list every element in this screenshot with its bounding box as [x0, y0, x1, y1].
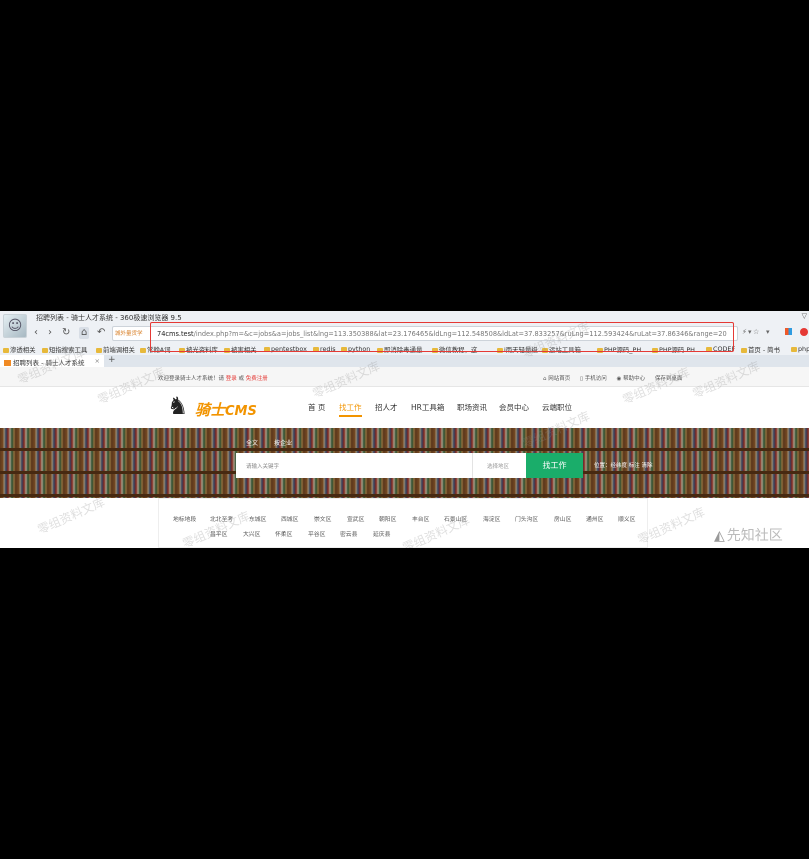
nav-member[interactable]: 会员中心	[499, 402, 529, 413]
bookmark-item[interactable]: 短指搜索工具	[42, 345, 87, 354]
desktop-link[interactable]: 保存到桌面	[655, 376, 683, 382]
favicon-icon	[4, 360, 11, 366]
site-logo[interactable]: ♞ 骑士CMS	[167, 392, 257, 424]
position-info: 位置：经纬度 标注 清除	[594, 463, 653, 469]
district-item[interactable]: 怀柔区	[275, 529, 292, 538]
district-item[interactable]: 通州区	[586, 514, 603, 523]
bookmark-item[interactable]: 前端调相关	[96, 345, 135, 354]
district-item[interactable]: 崇文区	[314, 514, 331, 523]
district-item[interactable]: 地标地段	[173, 514, 196, 523]
nav-hr-tools[interactable]: HR工具箱	[411, 402, 444, 413]
bookmark-item[interactable]: 渗透相关	[3, 345, 36, 354]
search-input[interactable]: 请输入关键字	[246, 462, 279, 470]
bookmark-item[interactable]: php	[791, 345, 809, 353]
undo-icon[interactable]: ↶	[97, 327, 105, 339]
district-item[interactable]: 昌平区	[210, 529, 227, 538]
reload-icon[interactable]: ↻	[62, 327, 70, 339]
address-tag: 城外量货学	[115, 331, 143, 337]
district-item[interactable]: 延庆县	[373, 529, 390, 538]
extension-icon[interactable]	[800, 328, 808, 336]
forward-icon[interactable]: ›	[48, 327, 52, 339]
help-link[interactable]: ◉ 帮助中心	[617, 376, 650, 382]
district-item[interactable]: 东城区	[249, 514, 266, 523]
nav-find-talent[interactable]: 招人才	[375, 402, 398, 413]
xianzhi-logo-icon: ◭	[714, 528, 725, 544]
web-page: 欢迎登录骑士人才系统！请 登录 或 免费注册 ⌂ 网站首页 ▯ 手机访问 ◉ 帮…	[0, 367, 809, 548]
nav-home[interactable]: 首 页	[308, 402, 325, 413]
nav-cloud-jobs[interactable]: 云端职位	[542, 402, 572, 413]
apps-icon[interactable]	[785, 328, 792, 335]
district-item[interactable]: 石景山区	[444, 514, 467, 523]
home-icon[interactable]: ⌂	[79, 327, 90, 339]
star-icon[interactable]: ☆	[753, 328, 759, 336]
district-item[interactable]: 大兴区	[243, 529, 260, 538]
district-item[interactable]: 密云县	[340, 529, 357, 538]
chevron-down-icon[interactable]: ▾	[766, 328, 770, 336]
top-links: ⌂ 网站首页 ▯ 手机访问 ◉ 帮助中心 保存到桌面	[543, 374, 686, 382]
tab-jobs-list[interactable]: 招聘列表 - 骑士人才系统 ×	[0, 355, 104, 367]
tab-by-company[interactable]: 按企业	[274, 440, 292, 447]
home-link[interactable]: ⌂ 网站首页	[543, 376, 574, 382]
nav-find-job[interactable]: 找工作	[339, 402, 362, 417]
register-link[interactable]: 免费注册	[246, 376, 268, 382]
search-banner: 全文 按企业 请输入关键字 选择地区 找工作 位置：经纬度 标注 清除	[0, 428, 809, 498]
location-select[interactable]: 选择地区	[472, 453, 526, 478]
district-item[interactable]: 海淀区	[483, 514, 500, 523]
browser-avatar-icon[interactable]: ☺	[3, 314, 27, 338]
dropdown-icon[interactable]: ▾	[748, 328, 752, 336]
bookmark-item[interactable]: 首页 - 简书	[741, 345, 780, 354]
nav-news[interactable]: 职场资讯	[457, 402, 487, 413]
site-header: ♞ 骑士CMS 首 页 找工作 招人才 HR工具箱 职场资讯 会员中心 云端职位	[0, 387, 809, 428]
window-menu-icon[interactable]: ▽	[802, 312, 807, 320]
district-item[interactable]: 平谷区	[308, 529, 325, 538]
welcome-text: 欢迎登录骑士人才系统！请 登录 或 免费注册	[158, 376, 268, 382]
browser-screenshot: 招聘列表 - 骑士人才系统 - 360极速浏览器 9.5 ▽ ☺ ‹ › ↻ ⌂…	[0, 311, 809, 548]
position-actions[interactable]: 标注 清除	[629, 463, 653, 469]
knight-icon: ♞	[167, 392, 189, 420]
district-item[interactable]: 朝阳区	[379, 514, 396, 523]
search-type-tabs: 全文 按企业	[246, 438, 306, 447]
district-item[interactable]: 宣武区	[347, 514, 364, 523]
tab-strip: 招聘列表 - 骑士人才系统 × +	[0, 355, 809, 367]
district-item[interactable]: 丰台区	[412, 514, 429, 523]
district-filter: 地标地段 北北至考 东城区 西城区 崇文区 宣武区 朝阳区 丰台区 石景山区 海…	[158, 498, 648, 548]
flash-icon[interactable]: ⚡	[742, 328, 747, 336]
url-highlight-box	[150, 322, 734, 352]
district-item[interactable]: 门头沟区	[515, 514, 538, 523]
close-icon[interactable]: ×	[95, 357, 100, 365]
district-item[interactable]: 房山区	[554, 514, 571, 523]
tab-fulltext[interactable]: 全文	[246, 440, 258, 447]
new-tab-button[interactable]: +	[108, 355, 116, 365]
district-item[interactable]: 北北至考	[210, 514, 233, 523]
mobile-link[interactable]: ▯ 手机访问	[580, 376, 611, 382]
xianzhi-logo: ◭ 先知社区	[714, 528, 783, 544]
district-item[interactable]: 西城区	[281, 514, 298, 523]
login-link[interactable]: 登录	[226, 376, 237, 382]
search-box: 请输入关键字 选择地区	[236, 453, 526, 478]
tab-title: 招聘列表 - 骑士人才系统	[13, 359, 85, 367]
site-topbar: 欢迎登录骑士人才系统！请 登录 或 免费注册 ⌂ 网站首页 ▯ 手机访问 ◉ 帮…	[0, 367, 809, 387]
district-item[interactable]: 顺义区	[618, 514, 635, 523]
search-button[interactable]: 找工作	[526, 453, 583, 478]
back-icon[interactable]: ‹	[34, 327, 38, 339]
